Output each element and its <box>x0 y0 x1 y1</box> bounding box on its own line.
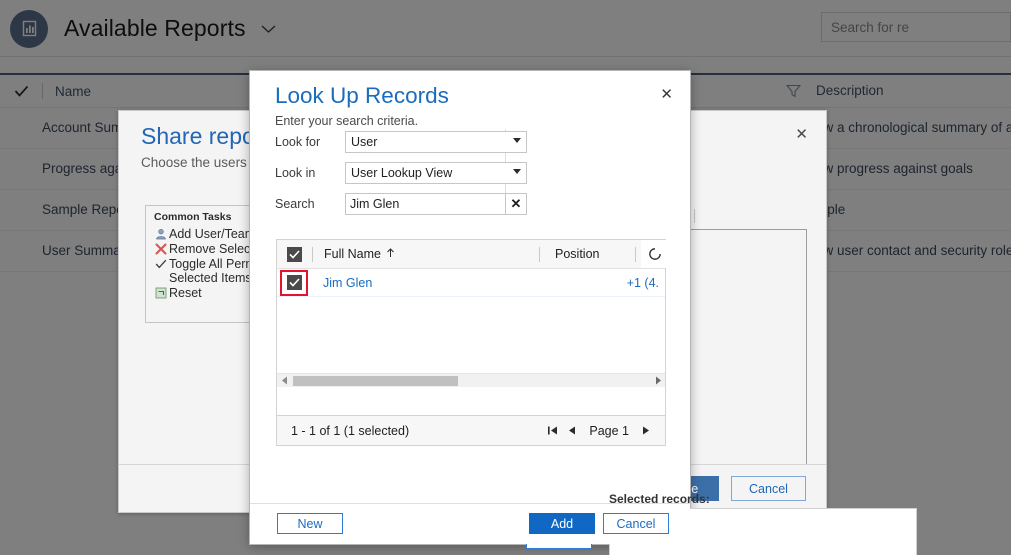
page-prev-icon[interactable] <box>567 425 576 436</box>
look-in-select[interactable]: User Lookup View <box>345 162 527 184</box>
look-in-label: Look in <box>275 166 345 180</box>
results-pager: 1 - 1 of 1 (1 selected) Page 1 <box>276 416 666 446</box>
add-user-icon <box>152 227 169 240</box>
add-button[interactable]: Add <box>529 513 595 534</box>
checkbox-checked-icon <box>287 275 302 290</box>
lookup-dialog-subtitle: Enter your search criteria. <box>275 114 418 128</box>
sort-ascending-arrow-icon <box>386 247 395 261</box>
record-count-label: 1 - 1 of 1 (1 selected) <box>291 424 409 438</box>
cancel-button[interactable]: Cancel <box>603 513 669 534</box>
look-for-label: Look for <box>275 135 345 149</box>
scrollbar-thumb[interactable] <box>293 376 458 386</box>
reset-icon <box>152 286 169 299</box>
column-header-full-name-label: Full Name <box>324 247 381 261</box>
lookup-dialog-footer: New Add Cancel <box>250 503 690 544</box>
checkbox-checked-icon <box>287 247 302 262</box>
results-grid-body: Jim Glen +1 (4. <box>277 269 665 387</box>
close-icon[interactable]: ✕ <box>660 87 673 102</box>
look-for-row: Look for User <box>275 129 531 155</box>
select-all-checkbox[interactable] <box>277 247 312 262</box>
screen: Available Reports Search for re Name <box>0 0 1011 555</box>
common-task-label: Reset <box>169 286 202 300</box>
column-divider <box>694 209 695 223</box>
page-next-icon[interactable] <box>642 425 651 436</box>
look-in-row: Look in User Lookup View <box>275 160 531 186</box>
results-grid-header: Full Name Position <box>277 240 665 269</box>
common-task-label: Add User/Team <box>169 227 255 241</box>
search-label: Search <box>275 197 345 211</box>
new-button[interactable]: New <box>277 513 343 534</box>
search-criteria-form: Look for User Look in User Lookup View <box>275 129 531 222</box>
column-divider <box>635 247 636 262</box>
column-header-full-name[interactable]: Full Name <box>313 247 395 261</box>
clear-x-icon[interactable]: ✕ <box>505 193 527 215</box>
row-checkbox[interactable] <box>277 275 312 290</box>
close-icon[interactable]: ✕ <box>795 127 808 142</box>
look-for-select[interactable]: User <box>345 131 527 153</box>
scroll-right-icon[interactable] <box>651 376 665 385</box>
scrollbar-track[interactable] <box>291 375 651 387</box>
column-divider <box>539 247 540 262</box>
look-up-records-dialog: Look Up Records Enter your search criter… <box>249 70 691 545</box>
page-first-icon[interactable] <box>547 425 558 436</box>
checkmark-icon <box>152 257 169 270</box>
cell-phone: +1 (4. <box>627 276 659 290</box>
cell-full-name[interactable]: Jim Glen <box>312 276 372 290</box>
remove-x-icon <box>152 242 169 255</box>
share-cancel-button[interactable]: Cancel <box>731 476 806 501</box>
results-grid: Full Name Position <box>276 239 666 416</box>
horizontal-scrollbar[interactable] <box>277 373 665 387</box>
refresh-icon[interactable] <box>647 246 663 267</box>
column-header-position[interactable]: Position <box>555 247 599 261</box>
table-row[interactable]: Jim Glen +1 (4. <box>277 269 665 297</box>
page-label: Page 1 <box>589 424 629 438</box>
search-input[interactable] <box>345 193 505 215</box>
lookup-dialog-title: Look Up Records <box>275 83 449 109</box>
search-row: Search ✕ <box>275 191 531 217</box>
scroll-left-icon[interactable] <box>277 376 291 385</box>
